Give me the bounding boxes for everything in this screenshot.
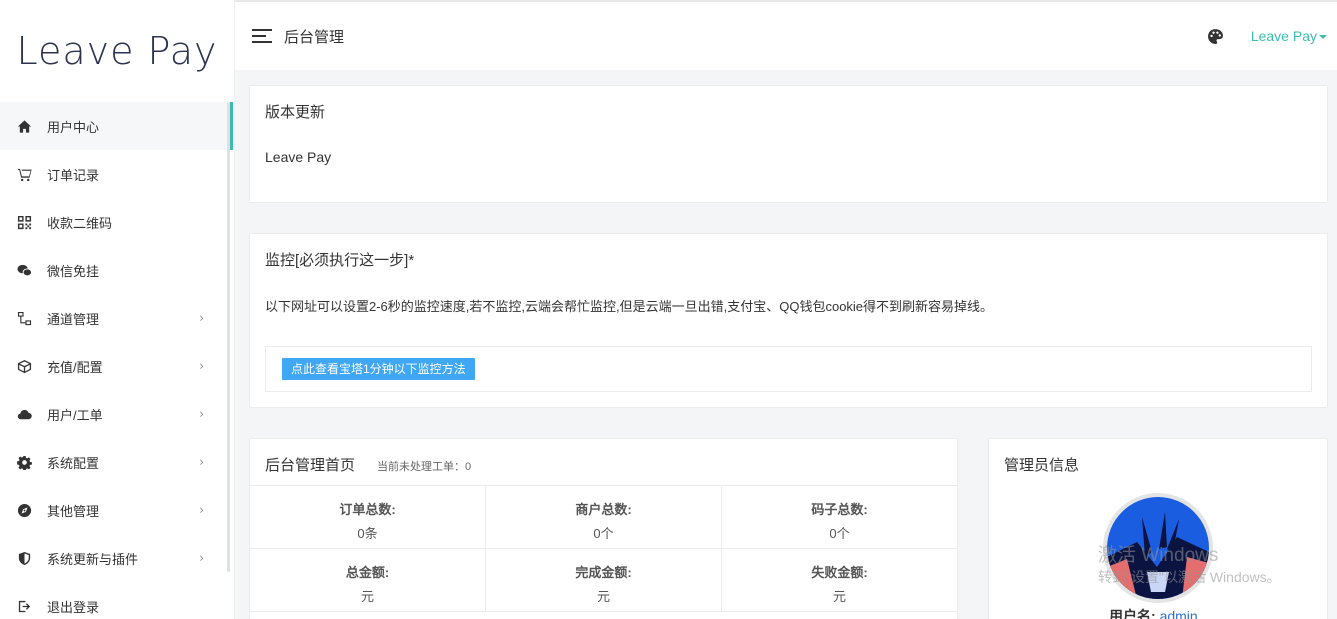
compass-icon — [16, 502, 32, 518]
sidebar-item-users-tickets[interactable]: 用户/工单 › — [0, 390, 234, 438]
sidebar-item-label: 订单记录 — [47, 167, 100, 183]
stat-total-codes: 码子总数: 0个 — [722, 486, 957, 548]
sidebar-item-label: 微信免挂 — [47, 263, 100, 279]
sidebar-scrollbar[interactable] — [227, 102, 230, 572]
stats-row: 订单总数: 0条 商户总数: 0个 码子总数: 0个 — [250, 486, 957, 549]
stat-value: 元 — [596, 589, 610, 604]
palette-icon[interactable] — [1207, 28, 1224, 45]
stat-value: 0个 — [829, 526, 850, 541]
chevron-right-icon: › — [199, 455, 204, 469]
admin-info-card: 管理员信息 用户名: admin — [988, 438, 1328, 619]
cloud-icon — [16, 406, 32, 422]
sidebar-item-label: 用户/工单 — [47, 407, 103, 423]
page-title: 后台管理 — [284, 28, 345, 46]
pending-tickets: 当前未处理工单：0 — [377, 458, 471, 474]
username-link[interactable]: admin — [1160, 608, 1198, 619]
stat-label: 商户总数: — [575, 502, 632, 517]
stats-grid: 订单总数: 0条 商户总数: 0个 码子总数: 0个 总金额: 元 完成金额: … — [250, 485, 957, 612]
username-label: 用户名: — [1109, 608, 1156, 619]
stat-total-merchants: 商户总数: 0个 — [486, 486, 722, 548]
sidebar-item-label: 收款二维码 — [47, 215, 113, 231]
chevron-right-icon: › — [199, 407, 204, 421]
shield-icon — [16, 550, 32, 566]
admin-home-title: 后台管理首页 — [265, 457, 356, 474]
sidebar-item-system-config[interactable]: 系统配置 › — [0, 438, 234, 486]
activation-watermark-title: 激活 Windows — [1098, 545, 1219, 566]
monitor-card-title: 监控[必须执行这一步]* — [265, 252, 415, 269]
logout-icon — [16, 598, 32, 614]
sidebar-item-updates-plugins[interactable]: 系统更新与插件 › — [0, 534, 234, 582]
sidebar-item-label: 充值/配置 — [47, 359, 103, 375]
box-icon — [16, 358, 32, 374]
monitor-button-box: 点此查看宝塔1分钟以下监控方法 — [265, 346, 1312, 392]
activation-watermark-text: 转到"设置"以激活 Windows。 — [1098, 569, 1281, 585]
wechat-icon — [16, 262, 32, 278]
cart-icon — [16, 166, 32, 182]
stat-failed-amount: 失败金额: 元 — [722, 549, 957, 611]
sidebar-item-label: 系统配置 — [47, 455, 100, 471]
qrcode-icon — [16, 214, 32, 230]
chevron-right-icon: › — [199, 503, 204, 517]
version-card-title: 版本更新 — [265, 104, 326, 121]
caret-down-icon — [1319, 35, 1327, 40]
brand-logo: Leave Pay — [16, 29, 218, 73]
stat-label: 订单总数: — [339, 502, 396, 517]
version-card-body: Leave Pay — [265, 149, 332, 165]
admin-info-title: 管理员信息 — [1004, 457, 1080, 474]
user-menu-label: Leave Pay — [1250, 28, 1317, 44]
pending-tickets-count: 0 — [465, 461, 472, 473]
sidebar-item-orders[interactable]: 订单记录 — [0, 150, 234, 198]
stat-value: 0条 — [357, 526, 378, 541]
monitor-card-body: 以下网址可以设置2-6秒的监控速度,若不监控,云端会帮忙监控,但是云端一旦出错,… — [265, 299, 994, 314]
chevron-right-icon: › — [199, 359, 204, 373]
stat-label: 完成金额: — [575, 565, 632, 580]
stat-completed-amount: 完成金额: 元 — [486, 549, 722, 611]
sidebar-item-recharge[interactable]: 充值/配置 › — [0, 342, 234, 390]
sidebar-item-user-center[interactable]: 用户中心 — [0, 102, 234, 150]
sidebar-item-label: 系统更新与插件 — [47, 551, 139, 567]
sidebar-item-label: 通道管理 — [47, 311, 100, 327]
sidebar: Leave Pay 用户中心 订单记录 收款二维码 微信免挂 通道管理 › 充值… — [0, 0, 235, 619]
stat-label: 码子总数: — [811, 502, 868, 517]
pending-tickets-label: 当前未处理工单： — [377, 461, 465, 473]
stat-label: 失败金额: — [811, 565, 868, 580]
sidebar-item-label: 退出登录 — [47, 599, 100, 615]
chevron-right-icon: › — [199, 551, 204, 565]
version-card: 版本更新 Leave Pay — [249, 85, 1328, 203]
admin-home-card: 后台管理首页 当前未处理工单：0 订单总数: 0条 商户总数: 0个 码子总数:… — [249, 438, 958, 619]
stat-total-amount: 总金额: 元 — [250, 549, 486, 611]
chevron-right-icon: › — [199, 311, 204, 325]
sidebar-item-channels[interactable]: 通道管理 › — [0, 294, 234, 342]
sidebar-nav: 用户中心 订单记录 收款二维码 微信免挂 通道管理 › 充值/配置 › 用户/工… — [0, 102, 234, 619]
stat-label: 总金额: — [345, 565, 390, 580]
stat-value: 元 — [360, 589, 374, 604]
gear-icon — [16, 454, 32, 470]
home-icon — [16, 118, 32, 134]
sidebar-item-other[interactable]: 其他管理 › — [0, 486, 234, 534]
channel-icon — [16, 310, 32, 326]
sidebar-item-qrcode[interactable]: 收款二维码 — [0, 198, 234, 246]
sidebar-item-logout[interactable]: 退出登录 — [0, 582, 234, 619]
stat-value: 元 — [832, 589, 846, 604]
stat-total-orders: 订单总数: 0条 — [250, 486, 486, 548]
admin-username: 用户名: admin — [1109, 606, 1198, 619]
user-menu[interactable]: Leave Pay — [1251, 28, 1327, 44]
menu-icon[interactable] — [252, 29, 272, 43]
monitor-card: 监控[必须执行这一步]* 以下网址可以设置2-6秒的监控速度,若不监控,云端会帮… — [249, 233, 1328, 408]
top-header: 后台管理 Leave Pay — [235, 0, 1337, 70]
sidebar-item-label: 用户中心 — [47, 119, 100, 135]
sidebar-item-wechat[interactable]: 微信免挂 — [0, 246, 234, 294]
monitor-method-button[interactable]: 点此查看宝塔1分钟以下监控方法 — [282, 358, 475, 380]
stats-row: 总金额: 元 完成金额: 元 失败金额: 元 — [250, 549, 957, 612]
stat-value: 0个 — [593, 526, 614, 541]
sidebar-item-label: 其他管理 — [47, 503, 100, 519]
